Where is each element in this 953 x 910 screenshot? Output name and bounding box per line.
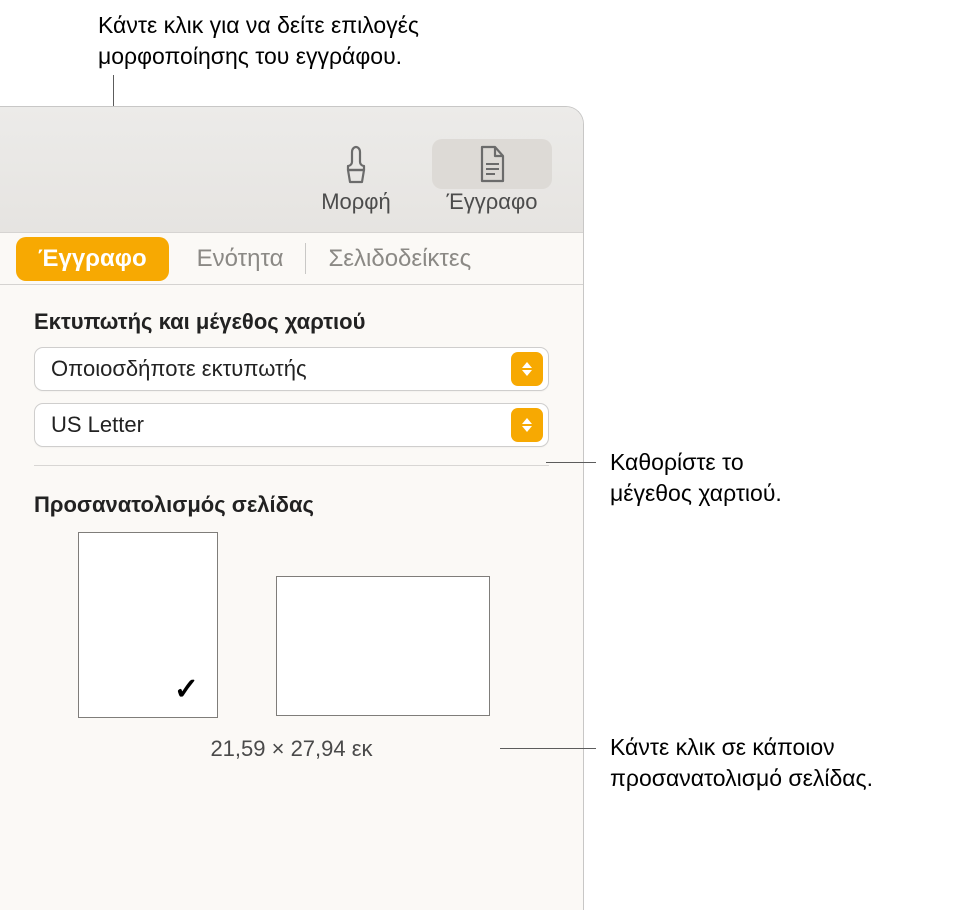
orientation-landscape-button[interactable] [276,576,490,716]
inspector-tabs: Έγγραφο Ενότητα Σελιδοδείκτες [0,233,583,285]
document-icon [432,139,552,189]
tab-section[interactable]: Ενότητα [175,233,306,284]
orientation-portrait-button[interactable]: ✓ [78,532,218,718]
page-dimensions-label: 21,59 × 27,94 εκ [34,736,549,762]
printer-popup[interactable]: Οποιοσδήποτε εκτυπωτής [34,347,549,391]
tab-bookmarks[interactable]: Σελιδοδείκτες [306,233,493,284]
toolbar: ασία Μορφή Έγγραφο [0,107,583,233]
paper-size-popup-value: US Letter [35,412,511,438]
callout-line [546,462,596,463]
printer-popup-value: Οποιοσδήποτε εκτυπωτής [35,356,511,382]
popup-arrows-icon [511,352,543,386]
orientation-title: Προσανατολισμός σελίδας [34,492,549,518]
popup-arrows-icon [511,408,543,442]
callout-orientation: Κάντε κλικ σε κάποιονπροσανατολισμό σελί… [610,732,873,794]
callout-document-tab: Κάντε κλικ για να δείτε επιλογέςμορφοποί… [98,10,419,72]
paper-size-popup[interactable]: US Letter [34,403,549,447]
callout-line [500,748,596,749]
toolbar-format-button[interactable]: Μορφή [296,139,416,215]
tab-document[interactable]: Έγγραφο [16,237,169,281]
orientation-section: Προσανατολισμός σελίδας ✓ 21,59 × 27,94 … [0,466,583,762]
checkmark-icon: ✓ [174,672,199,707]
callout-paper-size: Καθορίστε τομέγεθος χαρτιού. [610,447,782,509]
printer-section-title: Εκτυπωτής και μέγεθος χαρτιού [34,309,549,335]
toolbar-format-label: Μορφή [296,189,416,215]
inspector-panel: ασία Μορφή Έγγραφο [0,106,584,910]
brush-icon [296,139,416,189]
printer-paper-section: Εκτυπωτής και μέγεθος χαρτιού Οποιοσδήπο… [0,285,583,466]
toolbar-document-label: Έγγραφο [432,189,552,215]
toolbar-document-button[interactable]: Έγγραφο [432,139,552,215]
